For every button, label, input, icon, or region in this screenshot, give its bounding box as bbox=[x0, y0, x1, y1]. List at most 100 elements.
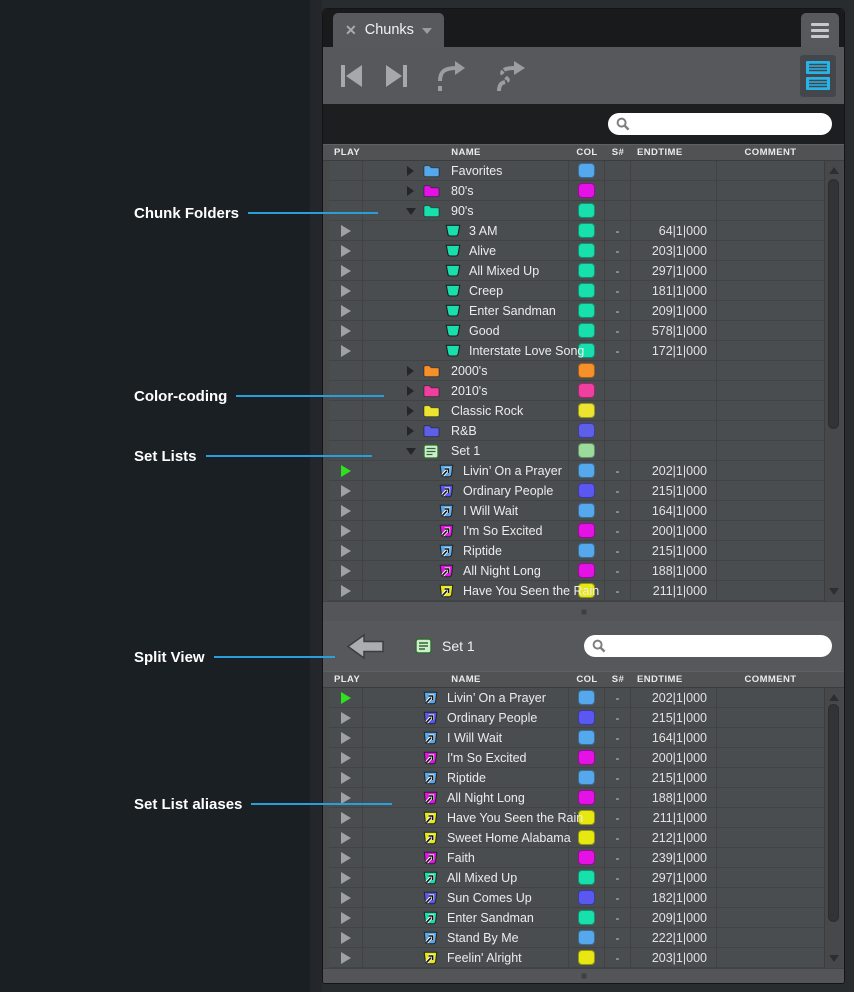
play-icon[interactable] bbox=[341, 285, 351, 297]
comment-cell[interactable] bbox=[717, 728, 824, 747]
play-icon[interactable] bbox=[341, 585, 351, 597]
color-cell[interactable] bbox=[569, 788, 605, 807]
skip-to-start-button[interactable] bbox=[341, 65, 362, 87]
disclosure-open-icon[interactable] bbox=[406, 208, 416, 215]
color-cell[interactable] bbox=[569, 948, 605, 967]
play-icon-active[interactable] bbox=[341, 465, 351, 477]
top-search-input[interactable] bbox=[635, 117, 824, 131]
play-icon[interactable] bbox=[341, 932, 351, 944]
scrollbar-thumb[interactable] bbox=[828, 179, 839, 429]
name-cell[interactable]: Have You Seen the Rain bbox=[363, 808, 569, 827]
color-cell[interactable] bbox=[569, 828, 605, 847]
table-row[interactable]: Ordinary People-215|1|000 bbox=[329, 481, 824, 501]
play-cell[interactable] bbox=[329, 221, 363, 240]
color-swatch[interactable] bbox=[578, 730, 595, 745]
skip-to-end-button[interactable] bbox=[386, 65, 407, 87]
comment-cell[interactable] bbox=[717, 401, 824, 420]
name-cell[interactable]: I'm So Excited bbox=[363, 748, 569, 767]
color-swatch[interactable] bbox=[578, 183, 595, 198]
comment-cell[interactable] bbox=[717, 908, 824, 927]
table-row[interactable]: Creep-181|1|000 bbox=[329, 281, 824, 301]
table-row[interactable]: Have You Seen the Rain-211|1|000 bbox=[329, 808, 824, 828]
play-icon[interactable] bbox=[341, 485, 351, 497]
scrollbar-thumb[interactable] bbox=[828, 704, 839, 922]
comment-cell[interactable] bbox=[717, 928, 824, 947]
comment-cell[interactable] bbox=[717, 241, 824, 260]
color-cell[interactable] bbox=[569, 561, 605, 580]
disclosure-closed-icon[interactable] bbox=[407, 426, 414, 436]
color-cell[interactable] bbox=[569, 301, 605, 320]
name-cell[interactable]: Faith bbox=[363, 848, 569, 867]
table-row[interactable]: Set 1 bbox=[329, 441, 824, 461]
chevron-down-icon[interactable] bbox=[422, 28, 432, 34]
color-cell[interactable] bbox=[569, 481, 605, 500]
comment-cell[interactable] bbox=[717, 581, 824, 600]
table-row[interactable]: Livin’ On a Prayer-202|1|000 bbox=[329, 461, 824, 481]
name-cell[interactable]: Sun Comes Up bbox=[363, 888, 569, 907]
play-icon[interactable] bbox=[341, 545, 351, 557]
column-header-name[interactable]: NAME bbox=[363, 145, 569, 160]
column-header-col[interactable]: COL bbox=[569, 672, 605, 687]
color-swatch[interactable] bbox=[578, 930, 595, 945]
table-row[interactable]: Riptide-215|1|000 bbox=[329, 768, 824, 788]
comment-cell[interactable] bbox=[717, 708, 824, 727]
name-cell[interactable]: I Will Wait bbox=[363, 501, 569, 520]
play-icon[interactable] bbox=[341, 345, 351, 357]
comment-cell[interactable] bbox=[717, 768, 824, 787]
name-cell[interactable]: Enter Sandman bbox=[363, 301, 569, 320]
color-swatch[interactable] bbox=[578, 503, 595, 518]
column-header-endtime[interactable]: ENDTIME bbox=[631, 145, 717, 160]
comment-cell[interactable] bbox=[717, 788, 824, 807]
color-swatch[interactable] bbox=[578, 263, 595, 278]
comment-cell[interactable] bbox=[717, 461, 824, 480]
comment-cell[interactable] bbox=[717, 501, 824, 520]
color-swatch[interactable] bbox=[578, 323, 595, 338]
name-cell[interactable]: Classic Rock bbox=[363, 401, 569, 420]
play-cell[interactable] bbox=[329, 561, 363, 580]
color-cell[interactable] bbox=[569, 521, 605, 540]
play-icon[interactable] bbox=[341, 225, 351, 237]
comment-cell[interactable] bbox=[717, 888, 824, 907]
name-cell[interactable]: Alive bbox=[363, 241, 569, 260]
play-cell[interactable] bbox=[329, 868, 363, 887]
bottom-search-field[interactable] bbox=[584, 635, 832, 657]
play-icon[interactable] bbox=[341, 505, 351, 517]
name-cell[interactable]: Stand By Me bbox=[363, 928, 569, 947]
name-cell[interactable]: All Night Long bbox=[363, 788, 569, 807]
color-cell[interactable] bbox=[569, 908, 605, 927]
color-swatch[interactable] bbox=[578, 163, 595, 178]
play-cell[interactable] bbox=[329, 928, 363, 947]
scroll-down-icon[interactable] bbox=[829, 955, 839, 962]
comment-cell[interactable] bbox=[717, 421, 824, 440]
name-cell[interactable]: All Night Long bbox=[363, 561, 569, 580]
column-header-seq[interactable]: S# bbox=[605, 145, 631, 160]
comment-cell[interactable] bbox=[717, 868, 824, 887]
name-cell[interactable]: Interstate Love Song bbox=[363, 341, 569, 360]
play-cell[interactable] bbox=[329, 341, 363, 360]
top-table-scrollbar[interactable] bbox=[824, 161, 842, 601]
name-cell[interactable]: Enter Sandman bbox=[363, 908, 569, 927]
color-cell[interactable] bbox=[569, 281, 605, 300]
play-icon[interactable] bbox=[341, 265, 351, 277]
comment-cell[interactable] bbox=[717, 521, 824, 540]
table-row[interactable]: Alive-203|1|000 bbox=[329, 241, 824, 261]
play-cell[interactable] bbox=[329, 321, 363, 340]
column-header-endtime[interactable]: ENDTIME bbox=[631, 672, 717, 687]
color-swatch[interactable] bbox=[578, 910, 595, 925]
play-icon[interactable] bbox=[341, 245, 351, 257]
column-header-name[interactable]: NAME bbox=[363, 672, 569, 687]
comment-cell[interactable] bbox=[717, 201, 824, 220]
comment-cell[interactable] bbox=[717, 948, 824, 967]
color-swatch[interactable] bbox=[578, 283, 595, 298]
play-icon[interactable] bbox=[341, 525, 351, 537]
color-swatch[interactable] bbox=[578, 403, 595, 418]
table-row[interactable]: Classic Rock bbox=[329, 401, 824, 421]
name-cell[interactable]: Favorites bbox=[363, 161, 569, 180]
play-cell[interactable] bbox=[329, 828, 363, 847]
chunks-tab[interactable]: ✕ Chunks bbox=[333, 13, 444, 47]
comment-cell[interactable] bbox=[717, 441, 824, 460]
play-cell[interactable] bbox=[329, 241, 363, 260]
color-swatch[interactable] bbox=[578, 710, 595, 725]
divider-handle-icon[interactable] bbox=[581, 974, 586, 979]
table-row[interactable]: Riptide-215|1|000 bbox=[329, 541, 824, 561]
